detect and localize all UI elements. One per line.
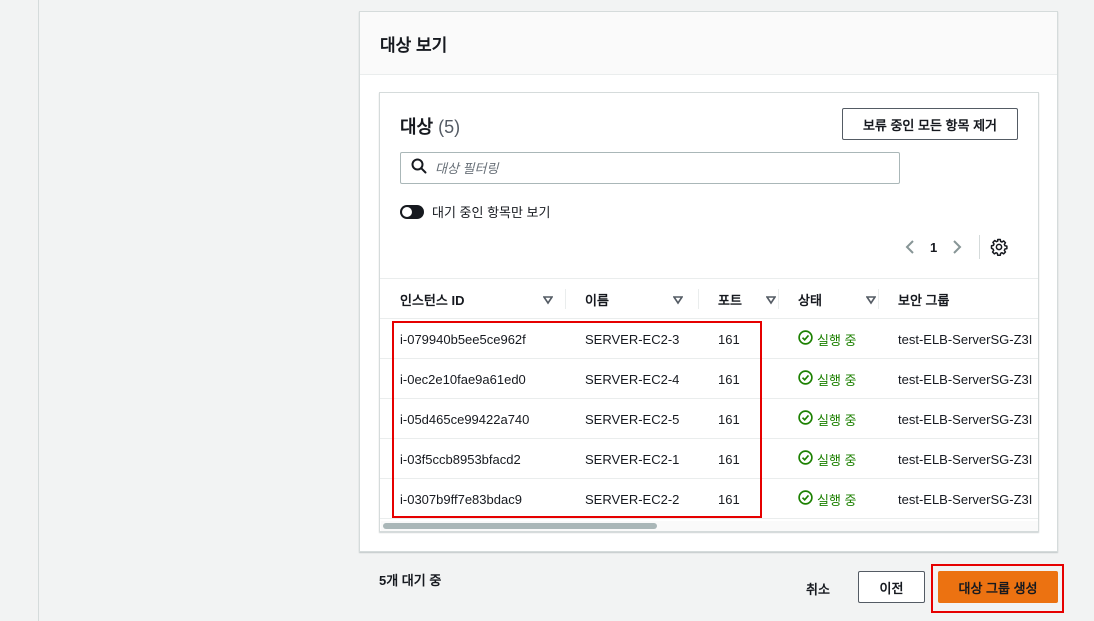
instance-id-cell: i-0ec2e10fae9a61ed0 <box>400 371 526 387</box>
pending-count: 5개 대기 중 <box>379 573 442 588</box>
sort-triangle-icon <box>765 293 777 308</box>
status-cell: 실행 중 <box>798 439 857 479</box>
status-text: 실행 중 <box>817 372 857 388</box>
table-row[interactable]: i-05d465ce99422a740 SERVER-EC2-5 161 실행 … <box>380 399 1038 439</box>
name-cell: SERVER-EC2-5 <box>585 411 680 427</box>
port-cell: 161 <box>718 411 740 427</box>
column-divider <box>565 289 566 309</box>
port-cell: 161 <box>718 331 740 347</box>
pending-only-toggle[interactable] <box>400 204 424 219</box>
column-header-port[interactable]: 포트 <box>718 279 778 319</box>
security-group-cell: test-ELB-ServerSG-Z3I <box>898 411 1033 427</box>
instance-id-cell: i-03f5ccb8953bfacd2 <box>400 451 521 467</box>
column-label: 인스턴스 ID <box>400 292 465 308</box>
instance-id-cell: i-05d465ce99422a740 <box>400 411 530 427</box>
sort-triangle-icon <box>865 293 877 308</box>
remove-all-pending-button[interactable]: 보류 중인 모든 항목 제거 <box>841 108 1018 140</box>
port-cell: 161 <box>718 371 740 387</box>
review-targets-panel: 대상 보기 대상 (5) 보류 중인 모든 항목 제거 대기 중인 항목만 보기… <box>359 11 1058 552</box>
security-group-cell: test-ELB-ServerSG-Z3I <box>898 371 1033 387</box>
instance-id-cell: i-079940b5ee5ce962f <box>400 331 526 347</box>
column-header-status[interactable]: 상태 <box>798 279 877 319</box>
page-number[interactable]: 1 <box>930 240 937 255</box>
table-row[interactable]: i-0ec2e10fae9a61ed0 SERVER-EC2-4 161 실행 … <box>380 359 1038 399</box>
status-cell: 실행 중 <box>798 479 857 519</box>
panel-title: 대상 보기 <box>380 35 448 55</box>
create-target-group-button[interactable]: 대상 그룹 생성 <box>938 571 1058 603</box>
table-row[interactable]: i-079940b5ee5ce962f SERVER-EC2-3 161 실행 … <box>380 319 1038 359</box>
chevron-left-icon[interactable] <box>900 237 920 257</box>
column-label: 포트 <box>718 292 742 308</box>
column-divider <box>698 289 699 309</box>
check-circle-icon <box>798 490 817 508</box>
targets-heading: 대상 (5) <box>400 113 460 139</box>
pager-divider <box>979 235 981 259</box>
check-circle-icon <box>798 410 817 428</box>
column-divider <box>878 289 879 309</box>
column-label: 이름 <box>585 292 609 308</box>
filter-field[interactable] <box>400 152 900 184</box>
status-text: 실행 중 <box>817 492 857 508</box>
previous-button[interactable]: 이전 <box>858 571 925 603</box>
targets-title: 대상 <box>400 117 434 137</box>
security-group-cell: test-ELB-ServerSG-Z3I <box>898 451 1033 467</box>
column-header-name[interactable]: 이름 <box>585 279 695 319</box>
column-label: 보안 그룹 <box>898 292 950 308</box>
name-cell: SERVER-EC2-2 <box>585 491 680 507</box>
name-cell: SERVER-EC2-1 <box>585 451 680 467</box>
gear-icon[interactable] <box>988 236 1010 258</box>
search-icon <box>411 158 427 179</box>
column-label: 상태 <box>798 292 822 308</box>
port-cell: 161 <box>718 491 740 507</box>
targets-count: (5) <box>438 117 461 137</box>
cancel-button[interactable]: 취소 <box>796 575 840 601</box>
check-circle-icon <box>798 330 817 348</box>
table-row[interactable]: i-03f5ccb8953bfacd2 SERVER-EC2-1 161 실행 … <box>380 439 1038 479</box>
pagination: 1 <box>900 235 1010 259</box>
panel-header: 대상 보기 <box>360 12 1057 75</box>
instance-id-cell: i-0307b9ff7e83bdac9 <box>400 491 522 507</box>
name-cell: SERVER-EC2-3 <box>585 331 680 347</box>
targets-container: 대상 (5) 보류 중인 모든 항목 제거 대기 중인 항목만 보기 1 <box>379 92 1039 532</box>
column-header-instance-id[interactable]: 인스턴스 ID <box>400 279 565 319</box>
sort-triangle-icon <box>672 293 684 308</box>
column-header-security-group[interactable]: 보안 그룹 <box>898 279 1038 319</box>
column-divider <box>778 289 779 309</box>
toggle-knob <box>402 206 412 217</box>
check-circle-icon <box>798 370 817 388</box>
pending-only-toggle-label: 대기 중인 항목만 보기 <box>432 205 551 220</box>
table-header: 인스턴스 ID 이름 포트 상태 보안 그룹 <box>380 278 1038 319</box>
status-text: 실행 중 <box>817 412 857 428</box>
name-cell: SERVER-EC2-4 <box>585 371 680 387</box>
check-circle-icon <box>798 450 817 468</box>
horizontal-scrollbar[interactable] <box>381 521 1038 531</box>
left-divider <box>38 0 39 621</box>
targets-table: 인스턴스 ID 이름 포트 상태 보안 그룹 i-079940b5ee5ce96… <box>380 278 1038 519</box>
filter-input[interactable] <box>435 160 875 176</box>
security-group-cell: test-ELB-ServerSG-Z3I <box>898 331 1033 347</box>
status-cell: 실행 중 <box>798 399 857 439</box>
table-row[interactable]: i-0307b9ff7e83bdac9 SERVER-EC2-2 161 실행 … <box>380 479 1038 519</box>
security-group-cell: test-ELB-ServerSG-Z3I <box>898 491 1033 507</box>
scrollbar-thumb[interactable] <box>383 523 657 529</box>
status-text: 실행 중 <box>817 452 857 468</box>
port-cell: 161 <box>718 451 740 467</box>
chevron-right-icon[interactable] <box>947 237 967 257</box>
status-cell: 실행 중 <box>798 359 857 399</box>
sort-triangle-icon <box>542 293 554 308</box>
status-cell: 실행 중 <box>798 319 857 359</box>
status-text: 실행 중 <box>817 332 857 348</box>
pending-only-toggle-row: 대기 중인 항목만 보기 <box>400 202 550 221</box>
